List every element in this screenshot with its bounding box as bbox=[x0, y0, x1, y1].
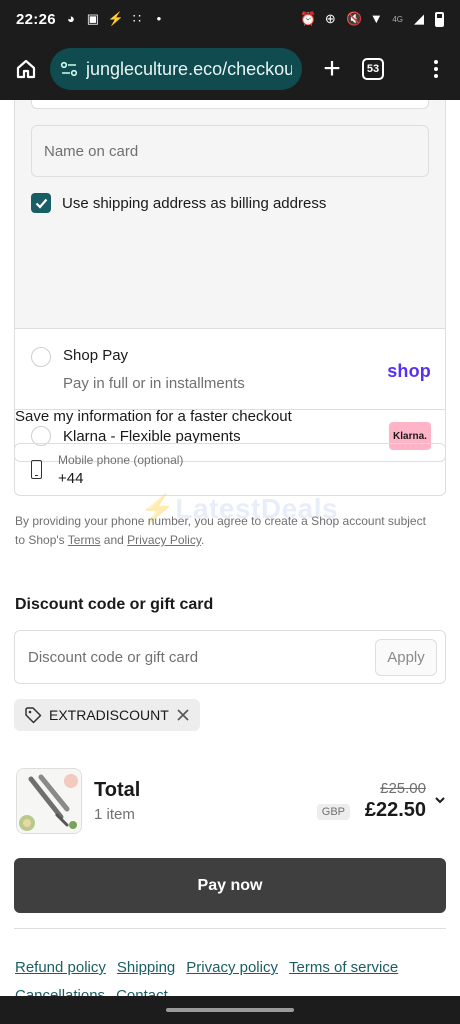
phone-consent-text: By providing your phone number, you agre… bbox=[15, 512, 435, 550]
alarm-icon: ⏰ bbox=[300, 11, 317, 26]
data-saver-icon: ⊕ bbox=[324, 11, 336, 26]
pay-now-button[interactable]: Pay now bbox=[14, 858, 446, 913]
tag-icon bbox=[25, 707, 42, 724]
footer-divider bbox=[14, 928, 446, 929]
flash-icon: ⚡ bbox=[107, 11, 125, 26]
credit-card-form: Name on card Use shipping address as bil… bbox=[15, 100, 445, 329]
more-notifications-dot-icon: • bbox=[156, 11, 162, 26]
shop-pay-radio[interactable] bbox=[31, 347, 51, 367]
tab-switcher-button[interactable]: 53 bbox=[362, 58, 384, 80]
terms-of-service-link[interactable]: Terms of service bbox=[289, 959, 398, 976]
signal-icon: ◢ bbox=[414, 11, 424, 26]
privacy-policy-link[interactable]: Privacy policy bbox=[186, 959, 278, 976]
bed-icon: ▣ bbox=[86, 11, 100, 26]
url-text: jungleculture.eco/checkout bbox=[86, 58, 292, 79]
address-bar[interactable]: jungleculture.eco/checkout bbox=[50, 48, 302, 90]
total-price: £22.50 bbox=[364, 799, 426, 821]
phone-label: Mobile phone (optional) bbox=[58, 453, 184, 467]
item-count: 1 item bbox=[94, 806, 135, 823]
clock: 22:26 bbox=[16, 10, 56, 28]
shipping-link[interactable]: Shipping bbox=[117, 959, 175, 976]
consent-suffix: . bbox=[200, 533, 205, 547]
name-on-card-input[interactable]: Name on card bbox=[31, 125, 429, 177]
wifi-icon: ▼ bbox=[369, 11, 383, 26]
order-summary[interactable]: Total 1 item £25.00 GBP £22.50 bbox=[14, 766, 446, 836]
billing-same-as-shipping[interactable]: Use shipping address as billing address bbox=[31, 193, 326, 213]
battery-icon bbox=[435, 11, 444, 27]
gesture-nav-bar bbox=[0, 996, 460, 1024]
contact-link[interactable]: Contact bbox=[116, 987, 168, 996]
shop-pay-option[interactable]: Shop Pay Pay in full or in installments … bbox=[15, 329, 445, 410]
site-settings-icon[interactable] bbox=[60, 60, 78, 78]
discount-code: EXTRADISCOUNT bbox=[49, 707, 169, 723]
home-icon[interactable] bbox=[12, 55, 40, 83]
consent-and: and bbox=[100, 533, 128, 547]
shop-pay-title: Shop Pay bbox=[63, 347, 129, 364]
applied-discount-chip: EXTRADISCOUNT bbox=[14, 699, 200, 731]
remove-discount-icon[interactable] bbox=[176, 708, 190, 722]
phone-value: +44 bbox=[58, 470, 84, 487]
home-gesture-handle[interactable] bbox=[166, 1008, 294, 1012]
apply-discount-button[interactable]: Apply bbox=[375, 639, 437, 676]
status-bar: 22:26 ◕ ▣ ⚡ ∷ • ⏰ ⊕ 🔇 ▼ 4G ◢ bbox=[0, 0, 460, 38]
chevron-down-icon[interactable] bbox=[434, 794, 446, 806]
discount-code-input[interactable]: Discount code or gift card Apply bbox=[14, 630, 446, 684]
new-tab-icon[interactable]: + bbox=[316, 54, 348, 84]
checkbox-checked-icon[interactable] bbox=[31, 193, 51, 213]
discount-placeholder: Discount code or gift card bbox=[28, 649, 199, 666]
klarna-title: Klarna - Flexible payments bbox=[63, 427, 241, 445]
refund-policy-link[interactable]: Refund policy bbox=[15, 959, 106, 976]
original-price: £25.00 bbox=[380, 780, 426, 797]
notification-icons: ◕ ▣ ⚡ ∷ • bbox=[64, 12, 166, 26]
cancellations-link[interactable]: Cancellations bbox=[15, 987, 105, 996]
shop-terms-link[interactable]: Terms bbox=[68, 533, 101, 547]
save-info-heading: Save my information for a faster checkou… bbox=[15, 408, 292, 425]
currency-badge: GBP bbox=[316, 804, 350, 820]
app-dots-icon: ∷ bbox=[132, 11, 142, 26]
discount-heading: Discount code or gift card bbox=[15, 596, 214, 613]
checkout-page: Name on card Use shipping address as bil… bbox=[0, 100, 460, 996]
shop-privacy-link[interactable]: Privacy Policy bbox=[127, 533, 201, 547]
name-on-card-placeholder: Name on card bbox=[44, 142, 139, 160]
system-icons: ⏰ ⊕ 🔇 ▼ 4G ◢ bbox=[300, 11, 444, 27]
total-label: Total bbox=[94, 779, 141, 801]
mute-icon: 🔇 bbox=[346, 11, 363, 26]
messenger-icon: ◕ bbox=[66, 11, 75, 26]
shop-pay-subtitle: Pay in full or in installments bbox=[63, 375, 245, 392]
shop-pay-logo: shop bbox=[387, 361, 431, 381]
network-type: 4G bbox=[392, 14, 403, 24]
overflow-menu-icon[interactable] bbox=[424, 60, 448, 78]
mobile-phone-input[interactable]: Mobile phone (optional) +44 bbox=[14, 443, 446, 496]
browser-toolbar: jungleculture.eco/checkout + 53 bbox=[0, 38, 460, 100]
card-field-partial[interactable] bbox=[31, 100, 429, 109]
footer-links: Refund policy Shipping Privacy policy Terms… bbox=[15, 954, 445, 996]
mobile-phone-icon bbox=[31, 460, 42, 479]
product-thumbnail bbox=[16, 768, 82, 834]
billing-label: Use shipping address as billing address bbox=[62, 194, 327, 212]
